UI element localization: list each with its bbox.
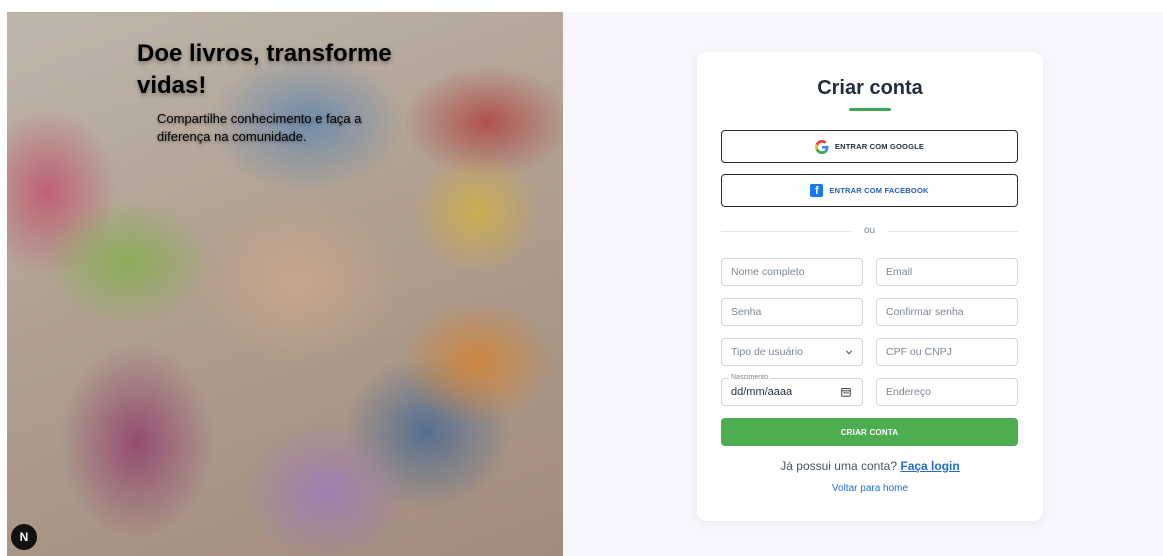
signup-area: Criar conta ENTRAR COM GOOGLE f ENTRAR C…: [563, 12, 1163, 556]
password-field[interactable]: Senha: [721, 298, 863, 326]
calendar-icon[interactable]: [841, 387, 851, 397]
email-placeholder: Email: [886, 266, 913, 278]
birth-date-label: Nascimento: [729, 373, 770, 383]
cpf-cnpj-field[interactable]: CPF ou CNPJ: [876, 338, 1018, 366]
google-icon: [814, 139, 829, 154]
title-underline: [849, 108, 891, 111]
create-account-button[interactable]: CRIAR CONTA: [721, 418, 1018, 446]
signup-card: Criar conta ENTRAR COM GOOGLE f ENTRAR C…: [697, 52, 1043, 521]
hero-title: Doe livros, transforme vidas!: [137, 40, 392, 99]
have-account-text: Já possui uma conta?: [780, 459, 898, 473]
page-title: Criar conta: [817, 77, 923, 99]
or-divider: ou: [721, 225, 1018, 237]
address-field[interactable]: Endereço: [876, 378, 1018, 406]
confirm-password-field[interactable]: Confirmar senha: [876, 298, 1018, 326]
create-account-label: CRIAR CONTA: [840, 427, 899, 437]
login-link[interactable]: Faça login: [900, 459, 959, 473]
password-placeholder: Senha: [731, 306, 762, 318]
full-name-field[interactable]: Nome completo: [721, 258, 863, 286]
facebook-button-label: ENTRAR COM FACEBOOK: [829, 186, 929, 195]
user-type-select[interactable]: Tipo de usuário: [721, 338, 863, 366]
address-placeholder: Endereço: [886, 386, 931, 398]
google-signin-button[interactable]: ENTRAR COM GOOGLE: [721, 130, 1018, 163]
full-name-placeholder: Nome completo: [731, 266, 805, 278]
hero-image-panel: Doe livros, transforme vidas! Compartilh…: [7, 12, 563, 556]
birth-date-value: dd/mm/aaaa: [731, 386, 793, 398]
back-home-link[interactable]: Voltar para home: [697, 483, 1043, 494]
email-field[interactable]: Email: [876, 258, 1018, 286]
divider-text: ou: [863, 225, 876, 236]
cpf-cnpj-placeholder: CPF ou CNPJ: [886, 346, 952, 358]
birth-date-field[interactable]: Nascimento dd/mm/aaaa: [721, 373, 863, 406]
chevron-down-icon: [845, 350, 853, 355]
facebook-icon: f: [810, 184, 824, 197]
user-type-value: Tipo de usuário: [731, 346, 803, 358]
hero-subtitle: Compartilhe conhecimento e faça a difere…: [157, 111, 362, 144]
dev-tools-badge[interactable]: N: [11, 524, 37, 550]
login-prompt: Já possui uma conta? Faça login: [697, 459, 1043, 473]
google-button-label: ENTRAR COM GOOGLE: [834, 142, 925, 151]
facebook-signin-button[interactable]: f ENTRAR COM FACEBOOK: [721, 174, 1018, 207]
confirm-password-placeholder: Confirmar senha: [886, 306, 964, 318]
